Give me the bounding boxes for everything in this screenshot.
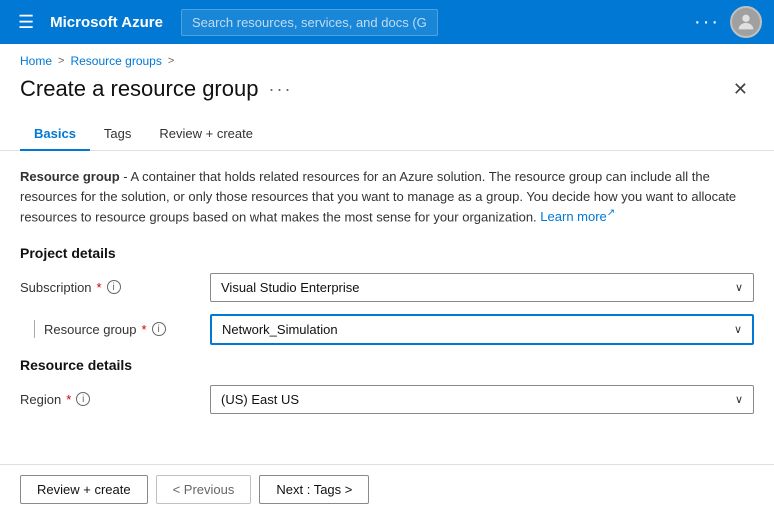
rg-chevron-icon: ∨ [734, 323, 742, 336]
breadcrumb-resource-groups[interactable]: Resource groups [70, 54, 161, 68]
description-main: - A container that holds related resourc… [20, 169, 736, 224]
subscription-row: Subscription * i Visual Studio Enterpris… [20, 273, 754, 302]
region-control: (US) East US ∨ [210, 385, 754, 414]
subscription-chevron-icon: ∨ [735, 281, 743, 294]
page-header: Create a resource group ··· ✕ [0, 72, 774, 102]
rg-required: * [142, 322, 147, 337]
breadcrumb-sep1: > [58, 55, 64, 67]
subscription-label-col: Subscription * i [20, 280, 200, 295]
footer: Review + create < Previous Next : Tags > [0, 464, 774, 514]
subscription-label: Subscription [20, 280, 92, 295]
next-button[interactable]: Next : Tags > [259, 475, 369, 504]
page-menu-icon[interactable]: ··· [268, 79, 292, 100]
learn-more-link[interactable]: Learn more↗ [540, 209, 615, 224]
resource-details-title: Resource details [20, 357, 754, 373]
main-content: Home > Resource groups > Create a resour… [0, 44, 774, 514]
previous-button[interactable]: < Previous [156, 475, 252, 504]
description-text: Resource group - A container that holds … [20, 167, 754, 227]
tab-tags[interactable]: Tags [90, 118, 145, 151]
rg-value: Network_Simulation [222, 322, 338, 337]
region-dropdown[interactable]: (US) East US ∨ [210, 385, 754, 414]
region-row: Region * i (US) East US ∨ [20, 385, 754, 414]
hamburger-icon[interactable]: ☰ [12, 8, 40, 37]
search-input[interactable] [181, 9, 439, 36]
region-value: (US) East US [221, 392, 299, 407]
subscription-required: * [97, 280, 102, 295]
avatar-icon [735, 11, 757, 33]
learn-more-label: Learn more [540, 209, 606, 224]
rg-label: Resource group [44, 322, 137, 337]
breadcrumb: Home > Resource groups > [0, 44, 774, 72]
rg-control: Network_Simulation ∨ [210, 314, 754, 345]
title-row: Create a resource group ··· [20, 76, 292, 102]
rg-indent-line [34, 320, 35, 338]
region-info-icon[interactable]: i [76, 392, 90, 406]
region-label: Region [20, 392, 61, 407]
subscription-value: Visual Studio Enterprise [221, 280, 360, 295]
subscription-dropdown[interactable]: Visual Studio Enterprise ∨ [210, 273, 754, 302]
app-title: Microsoft Azure [50, 14, 163, 31]
rg-info-icon[interactable]: i [152, 322, 166, 336]
form-body: Resource group - A container that holds … [0, 151, 774, 464]
region-chevron-icon: ∨ [735, 393, 743, 406]
nav-more-icon[interactable]: ··· [694, 11, 720, 34]
resource-details-section: Resource details Region * i (US) East US… [20, 357, 754, 414]
close-button[interactable]: ✕ [727, 77, 754, 102]
breadcrumb-sep2: > [168, 55, 174, 67]
resource-group-row: Resource group * i Network_Simulation ∨ [20, 314, 754, 345]
breadcrumb-home[interactable]: Home [20, 54, 52, 68]
rg-label-col: Resource group * i [20, 320, 200, 338]
user-avatar[interactable] [730, 6, 762, 38]
top-nav: ☰ Microsoft Azure ··· [0, 0, 774, 44]
page-title: Create a resource group [20, 76, 258, 102]
tab-review-create[interactable]: Review + create [145, 118, 267, 151]
review-create-button[interactable]: Review + create [20, 475, 148, 504]
external-link-icon: ↗ [607, 208, 615, 219]
resource-group-dropdown[interactable]: Network_Simulation ∨ [210, 314, 754, 345]
project-details-section: Project details Subscription * i Visual … [20, 245, 754, 345]
region-label-col: Region * i [20, 392, 200, 407]
tab-basics[interactable]: Basics [20, 118, 90, 151]
tab-bar: Basics Tags Review + create [0, 106, 774, 151]
subscription-info-icon[interactable]: i [107, 280, 121, 294]
region-required: * [66, 392, 71, 407]
description-bold: Resource group [20, 169, 120, 184]
project-details-title: Project details [20, 245, 754, 261]
subscription-control: Visual Studio Enterprise ∨ [210, 273, 754, 302]
